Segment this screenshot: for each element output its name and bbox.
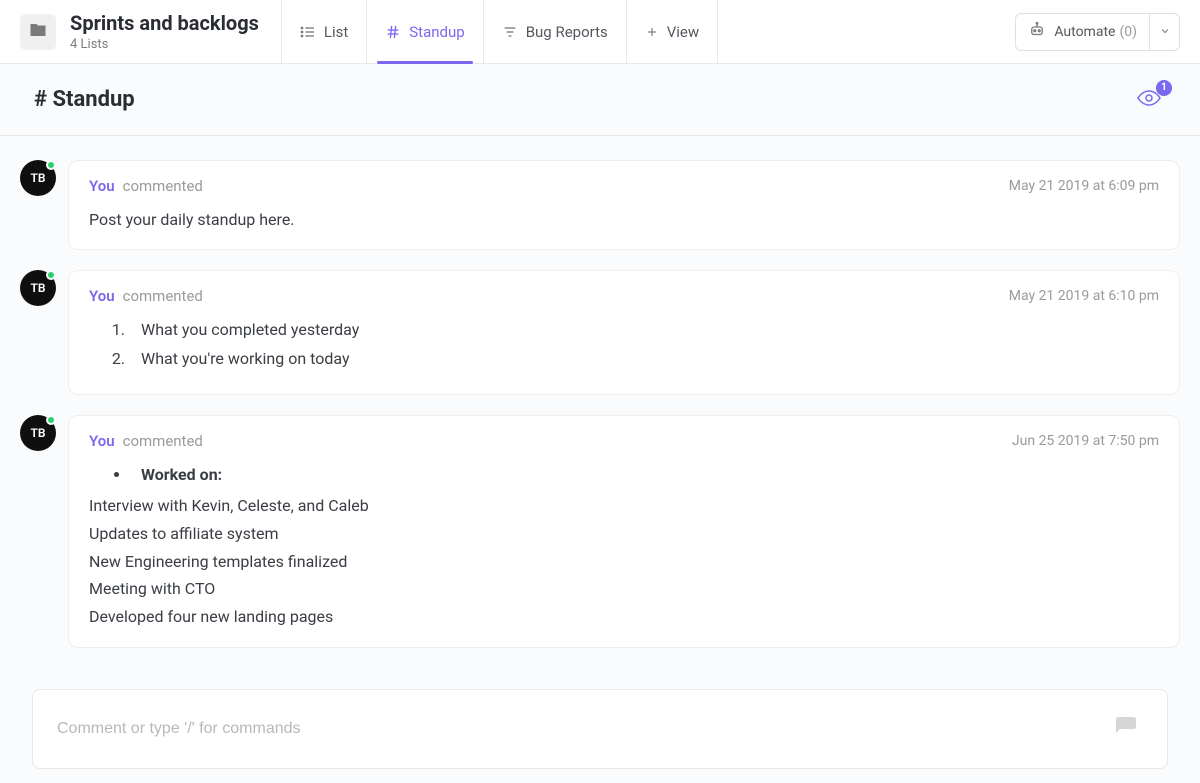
plus-icon [645,25,659,39]
comment-action: commented [123,177,203,195]
avatar-initials: TB [31,281,46,295]
ordered-list: What you completed yesterday What you're… [89,317,1159,372]
automate-dropdown[interactable] [1149,14,1179,50]
eye-icon [1132,95,1166,114]
list-item: What you're working on today [129,346,1159,372]
avatar[interactable]: TB [20,270,56,306]
presence-indicator [46,415,56,425]
presence-indicator [46,160,56,170]
comment-action: commented [123,432,203,450]
tab-add-view[interactable]: View [626,0,718,63]
comment-input[interactable] [57,720,1109,738]
send-button[interactable] [1109,716,1143,742]
hash-icon [385,24,401,40]
automate-count: (0) [1119,24,1137,40]
line-item: Updates to affiliate system [89,521,1159,547]
tab-list-label: List [324,23,348,41]
automate-button[interactable]: Automate (0) [1016,14,1149,50]
robot-icon [1028,21,1046,43]
bullet-list: Worked on: [89,462,1159,488]
automate-group: Automate (0) [1015,13,1180,51]
line-item: Interview with Kevin, Celeste, and Caleb [89,493,1159,519]
tab-standup[interactable]: Standup [366,0,482,63]
comment-author[interactable]: You [89,177,115,195]
line-item: Meeting with CTO [89,576,1159,602]
top-bar: Sprints and backlogs 4 Lists List Standu… [0,0,1200,64]
list-item: What you completed yesterday [129,317,1159,343]
chat-bubble-icon [1111,715,1141,743]
avatar-initials: TB [31,426,46,440]
bullet-heading: Worked on: [131,462,1159,488]
page-subtitle: 4 Lists [70,37,259,52]
comment-post: TB You commented May 21 2019 at 6:10 pm … [20,270,1180,395]
comment-timestamp: May 21 2019 at 6:09 pm [1009,178,1159,194]
tab-bug-reports-label: Bug Reports [526,23,608,41]
list-icon [300,24,316,40]
work-lines: Interview with Kevin, Celeste, and Caleb… [89,493,1159,629]
comment-timestamp: Jun 25 2019 at 7:50 pm [1012,433,1159,449]
watchers-count: 1 [1156,80,1172,96]
comment-card: You commented Jun 25 2019 at 7:50 pm Wor… [68,415,1180,649]
tab-list[interactable]: List [281,0,366,63]
tab-view-label: View [667,23,699,41]
comment-timestamp: May 21 2019 at 6:10 pm [1009,288,1159,304]
page-title: Sprints and backlogs [70,11,259,35]
presence-indicator [46,270,56,280]
comment-card: You commented May 21 2019 at 6:09 pm Pos… [68,160,1180,250]
comment-author[interactable]: You [89,287,115,305]
view-tabs: List Standup Bug Reports View [281,0,718,63]
tab-standup-label: Standup [409,23,464,41]
watchers-button[interactable]: 1 [1132,86,1166,114]
comment-text: Post your daily standup here. [89,207,1159,233]
comment-feed: TB You commented May 21 2019 at 6:09 pm … [0,136,1200,783]
avatar[interactable]: TB [20,415,56,451]
comment-post: TB You commented Jun 25 2019 at 7:50 pm … [20,415,1180,649]
automate-label: Automate [1054,24,1115,40]
comment-author[interactable]: You [89,432,115,450]
comment-composer [32,689,1168,769]
chevron-down-icon [1159,22,1171,41]
avatar[interactable]: TB [20,160,56,196]
folder-button[interactable] [20,14,56,50]
filter-icon [502,24,518,40]
line-item: New Engineering templates finalized [89,549,1159,575]
folder-icon [29,21,47,43]
line-item: Developed four new landing pages [89,604,1159,630]
avatar-initials: TB [31,171,46,185]
comment-card: You commented May 21 2019 at 6:10 pm Wha… [68,270,1180,395]
comment-action: commented [123,287,203,305]
sub-header: # Standup 1 [0,64,1200,136]
comment-post: TB You commented May 21 2019 at 6:09 pm … [20,160,1180,250]
title-block: Sprints and backlogs 4 Lists [70,11,259,52]
tab-bug-reports[interactable]: Bug Reports [483,0,626,63]
channel-title: # Standup [34,87,135,112]
